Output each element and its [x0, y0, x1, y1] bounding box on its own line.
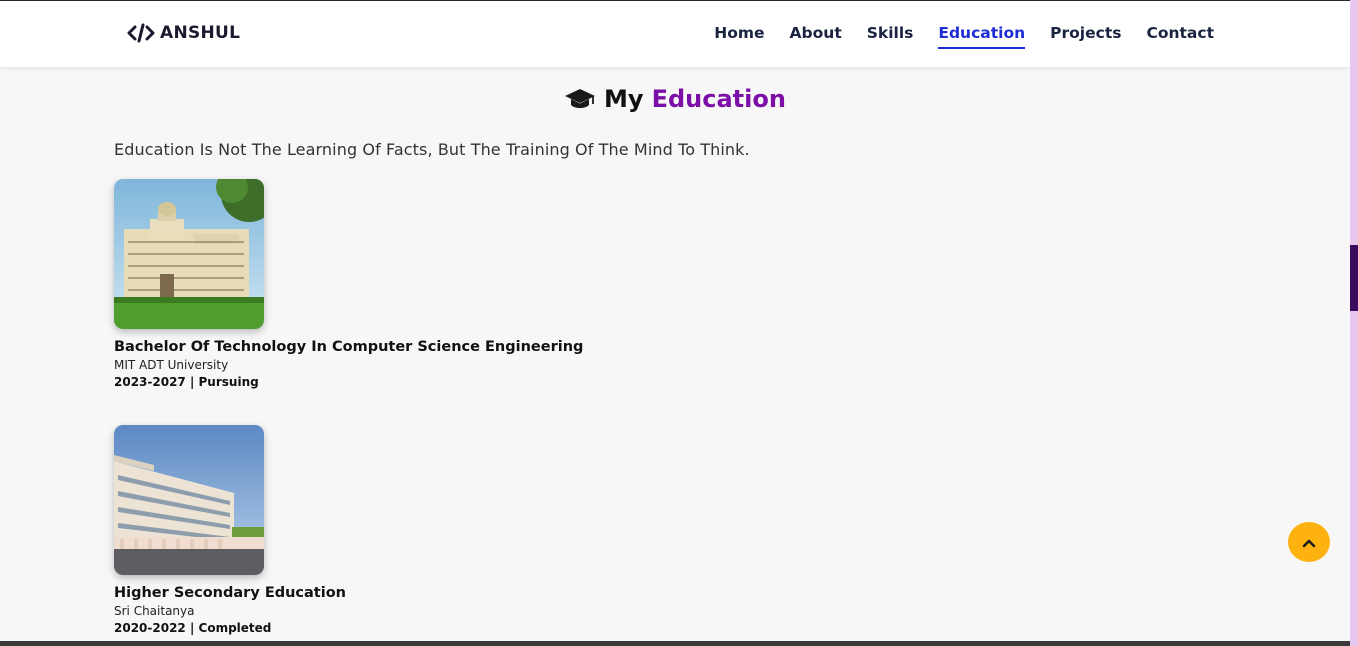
education-period: 2020-2022 | Completed: [114, 621, 272, 635]
scrollbar-thumb[interactable]: [1350, 245, 1358, 311]
heading-highlight: Education: [651, 85, 786, 113]
nav-projects[interactable]: Projects: [1050, 23, 1121, 49]
code-icon: [127, 23, 155, 43]
main-nav: Home About Skills Education Projects Con…: [714, 23, 1214, 49]
degree-title: Higher Secondary Education: [114, 585, 346, 601]
section-heading: My Education: [0, 85, 1350, 113]
bottom-strip: [0, 641, 1350, 646]
nav-education[interactable]: Education: [938, 23, 1026, 49]
school-image: [114, 425, 264, 575]
brand-name: ANSHUL: [160, 23, 241, 43]
heading-prefix: My: [604, 85, 644, 113]
nav-about[interactable]: About: [790, 23, 842, 49]
site-header: ANSHUL Home About Skills Education Proje…: [0, 1, 1350, 67]
education-quote: Education Is Not The Learning Of Facts, …: [114, 140, 750, 159]
nav-contact[interactable]: Contact: [1146, 23, 1214, 49]
institution-name: Sri Chaitanya: [114, 604, 195, 618]
education-card: Higher Secondary Education Sri Chaitanya…: [114, 425, 814, 635]
scroll-to-top-button[interactable]: [1288, 522, 1330, 562]
degree-title: Bachelor Of Technology In Computer Scien…: [114, 339, 584, 355]
nav-skills[interactable]: Skills: [867, 23, 914, 49]
education-period: 2023-2027 | Pursuing: [114, 375, 259, 389]
education-card: Bachelor Of Technology In Computer Scien…: [114, 179, 814, 389]
scrollbar[interactable]: [1350, 0, 1358, 646]
university-image: [114, 179, 264, 329]
institution-name: MIT ADT University: [114, 358, 229, 372]
nav-home[interactable]: Home: [714, 23, 764, 49]
chevron-up-icon: [1302, 533, 1316, 552]
graduation-cap-icon: [564, 88, 596, 110]
brand-logo[interactable]: ANSHUL: [127, 21, 240, 45]
